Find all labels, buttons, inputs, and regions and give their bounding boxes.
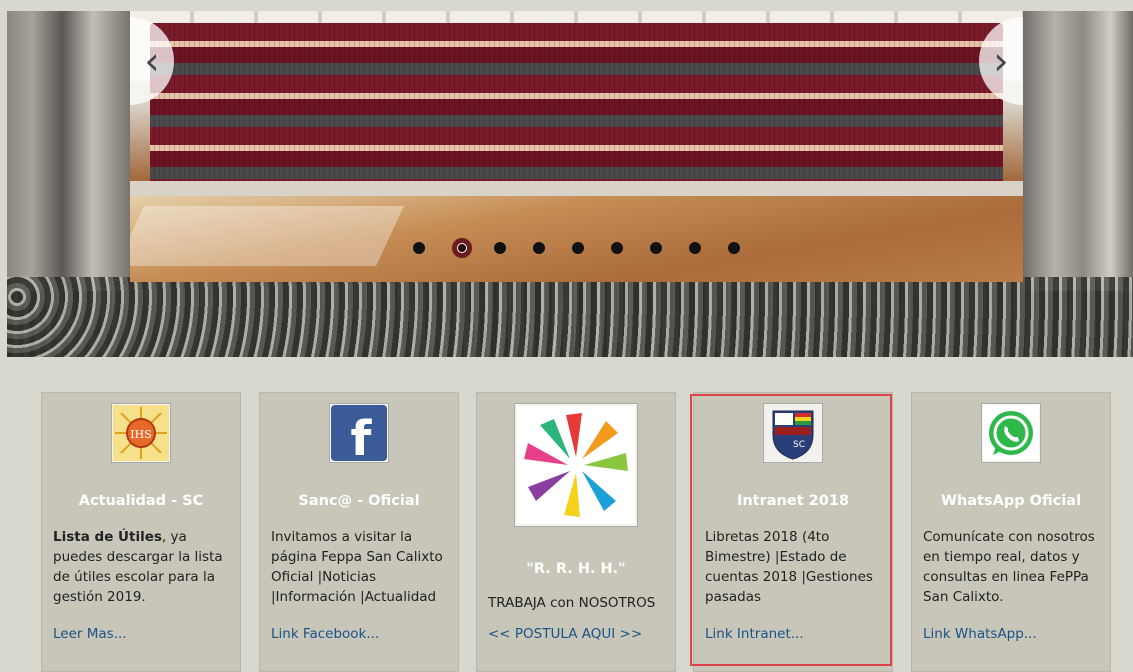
slider-dot-active[interactable] [452, 238, 472, 258]
hands-icon [514, 403, 638, 527]
slider-dot[interactable] [494, 242, 506, 254]
slider-dot[interactable] [572, 242, 584, 254]
slider-dot[interactable] [650, 242, 662, 254]
card-title: WhatsApp Oficial [940, 493, 1082, 509]
card-body: Invitamos a visitar la página Feppa San … [271, 529, 443, 605]
card-body: Lista de Útiles, ya puedes descargar la … [53, 527, 232, 607]
slide-students-photo [150, 23, 1003, 193]
image-slider[interactable] [130, 11, 1023, 282]
facebook-icon: f [329, 403, 389, 463]
apply-link[interactable]: << POSTULA AQUI >> [488, 626, 642, 642]
slider-dot[interactable] [689, 242, 701, 254]
card-body: Comunícate con nosotros en tiempo real, … [923, 529, 1095, 605]
whatsapp-link[interactable]: Link WhatsApp... [923, 626, 1037, 642]
card-rrhh: "R. R. H. H." TRABAJA con NOSOTROS << PO… [476, 392, 676, 672]
card-title: Actualidad - SC [78, 493, 204, 509]
card-whatsapp: WhatsApp Oficial Comunícate con nosotros… [911, 392, 1111, 672]
chevron-right-icon: › [993, 39, 1009, 83]
svg-text:f: f [351, 411, 373, 461]
slide-floor-light [130, 206, 404, 266]
hero-left-image [7, 11, 130, 291]
slider-dot[interactable] [728, 242, 740, 254]
slider-dots [413, 238, 767, 258]
hero-crowd-image [7, 277, 1133, 357]
card-body: TRABAJA con NOSOTROS [488, 595, 656, 611]
card-body-bold: Lista de Útiles [53, 529, 162, 545]
ihs-seal-icon: IHS [111, 403, 171, 463]
card-actualidad: IHS Actualidad - SC Lista de Útiles, ya … [41, 392, 241, 672]
read-more-link[interactable]: Leer Mas... [53, 626, 127, 642]
chevron-left-icon: ‹ [144, 39, 160, 83]
hero-right-image [1021, 11, 1133, 291]
slider-dot[interactable] [413, 242, 425, 254]
card-title: "R. R. H. H." [526, 561, 626, 577]
facebook-link[interactable]: Link Facebook... [271, 626, 379, 642]
slider-dot[interactable] [611, 242, 623, 254]
svg-text:IHS: IHS [130, 428, 151, 441]
card-facebook: f Sanc@ - Oficial Invitamos a visitar la… [259, 392, 459, 672]
intranet-highlight-frame [690, 394, 892, 666]
slider-dot[interactable] [533, 242, 545, 254]
card-title: Sanc@ - Oficial [298, 493, 420, 509]
whatsapp-icon [981, 403, 1041, 463]
